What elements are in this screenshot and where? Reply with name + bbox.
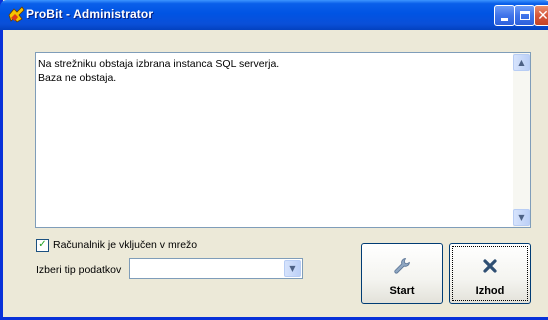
scroll-down-button[interactable]: ▼ (513, 209, 530, 226)
data-type-label: Izberi tip podatkov (36, 264, 122, 276)
close-button[interactable]: ✕ (534, 5, 548, 26)
main-window: ProBit - Administrator ✕ Na strežniku ob… (0, 0, 548, 320)
minimize-icon (501, 18, 508, 21)
chevron-up-icon: ▲ (518, 58, 525, 67)
maximize-button[interactable] (514, 5, 535, 26)
exit-button[interactable]: Izhod (449, 243, 531, 304)
app-logo-icon (8, 6, 25, 23)
data-type-select[interactable]: ▼ (129, 258, 303, 279)
maximize-icon (519, 11, 530, 20)
exit-button-label: Izhod (475, 285, 505, 297)
window-title: ProBit - Administrator (26, 7, 154, 21)
checkmark-icon: ✓ (38, 239, 47, 250)
start-button-label: Start (389, 285, 415, 297)
start-button[interactable]: Start (361, 243, 443, 304)
close-x-icon (479, 255, 501, 277)
network-checkbox[interactable]: ✓ (36, 238, 49, 252)
close-icon: ✕ (537, 7, 548, 24)
network-checkbox-row[interactable]: ✓ Računalnik je vključen v mrežo (36, 238, 197, 252)
wrench-icon (391, 255, 413, 277)
chevron-down-icon: ▼ (289, 264, 296, 273)
log-line: Na strežniku obstaja izbrana instanca SQ… (38, 58, 280, 70)
network-checkbox-label[interactable]: Računalnik je vključen v mrežo (53, 239, 197, 251)
title-bar[interactable]: ProBit - Administrator ✕ (0, 0, 548, 30)
log-content: Na strežniku obstaja izbrana instanca SQ… (38, 57, 510, 85)
chevron-down-icon: ▼ (518, 213, 525, 222)
log-line: Baza ne obstaja. (38, 72, 117, 84)
minimize-button[interactable] (494, 5, 515, 26)
dropdown-button[interactable]: ▼ (284, 260, 301, 277)
log-scrollbar[interactable]: ▲ ▼ (513, 53, 530, 227)
log-textarea[interactable]: Na strežniku obstaja izbrana instanca SQ… (35, 52, 531, 228)
scroll-up-button[interactable]: ▲ (513, 54, 530, 71)
